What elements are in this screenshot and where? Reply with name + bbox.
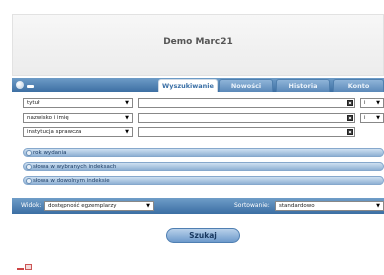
search-form: tytuł ▼ i ▼ nazwisko i imię ▼ i ▼ instyt…: [12, 92, 384, 190]
top-band: [0, 0, 384, 12]
chevron-down-icon: ▼: [376, 100, 380, 106]
chevron-down-icon: ▼: [125, 100, 129, 106]
expand-icon: [26, 178, 32, 184]
sort-label: Sortowanie:: [234, 202, 270, 209]
tab-konto[interactable]: Konto: [333, 79, 384, 92]
sort-bar: Widok: dostępność egzemplarzy ▼ Sortowan…: [12, 198, 384, 214]
chevron-down-icon: ▼: [146, 203, 150, 209]
tab-bar: Wyszukiwanie Nowości Historia Konto: [12, 78, 384, 92]
chevron-down-icon: ▼: [376, 115, 380, 121]
field-select[interactable]: instytucja sprawcza ▼: [23, 127, 133, 137]
chevron-down-icon: ▼: [125, 115, 129, 121]
expand-icon: [26, 150, 32, 156]
chevron-down-icon: ▼: [125, 129, 129, 135]
header: Demo Marc21: [12, 14, 384, 76]
view-select-value: dostępność egzemplarzy: [48, 203, 117, 209]
field-select-value: tytuł: [27, 100, 40, 106]
operator-value: i: [364, 100, 366, 106]
keyboard-icon[interactable]: [347, 115, 353, 121]
expander-label: rok wydania: [33, 150, 67, 156]
expander-label: słowa w dowolnym indeksie: [33, 178, 110, 184]
keyboard-icon[interactable]: [347, 129, 353, 135]
search-input[interactable]: [138, 113, 355, 123]
field-select[interactable]: tytuł ▼: [23, 98, 133, 108]
tab-wyszukiwanie[interactable]: Wyszukiwanie: [158, 79, 218, 92]
search-input[interactable]: [138, 127, 355, 137]
operator-select[interactable]: i ▼: [360, 98, 384, 108]
expand-icon: [26, 164, 32, 170]
view-label: Widok:: [21, 202, 42, 209]
field-select-value: instytucja sprawcza: [27, 129, 82, 135]
language-icon[interactable]: [17, 264, 24, 270]
field-select-value: nazwisko i imię: [27, 115, 69, 121]
chevron-down-icon: ▼: [376, 203, 380, 209]
view-select[interactable]: dostępność egzemplarzy ▼: [44, 201, 154, 211]
operator-value: i: [364, 115, 366, 121]
flag-icon[interactable]: [25, 264, 32, 270]
field-select[interactable]: nazwisko i imię ▼: [23, 113, 133, 123]
sort-select-value: standardowo: [279, 203, 315, 209]
expander-slowa-wybrane[interactable]: słowa w wybranych indeksach: [23, 162, 384, 171]
search-row: tytuł ▼ i ▼: [12, 98, 384, 108]
expander-rok-wydania[interactable]: rok wydania: [23, 148, 384, 157]
app-title: Demo Marc21: [163, 37, 233, 47]
tab-historia[interactable]: Historia: [276, 79, 330, 92]
search-row: instytucja sprawcza ▼: [12, 127, 384, 137]
tab-nowosci[interactable]: Nowości: [219, 79, 273, 92]
sort-select[interactable]: standardowo ▼: [275, 201, 384, 211]
search-button[interactable]: Szukaj: [166, 228, 240, 243]
minimize-icon[interactable]: [27, 85, 34, 88]
search-input[interactable]: [138, 98, 355, 108]
search-row: nazwisko i imię ▼ i ▼: [12, 113, 384, 123]
operator-select[interactable]: i ▼: [360, 113, 384, 123]
expander-slowa-dowolne[interactable]: słowa w dowolnym indeksie: [23, 176, 384, 185]
keyboard-icon[interactable]: [347, 100, 353, 106]
expander-label: słowa w wybranych indeksach: [33, 164, 117, 170]
logo-icon: [16, 81, 24, 89]
